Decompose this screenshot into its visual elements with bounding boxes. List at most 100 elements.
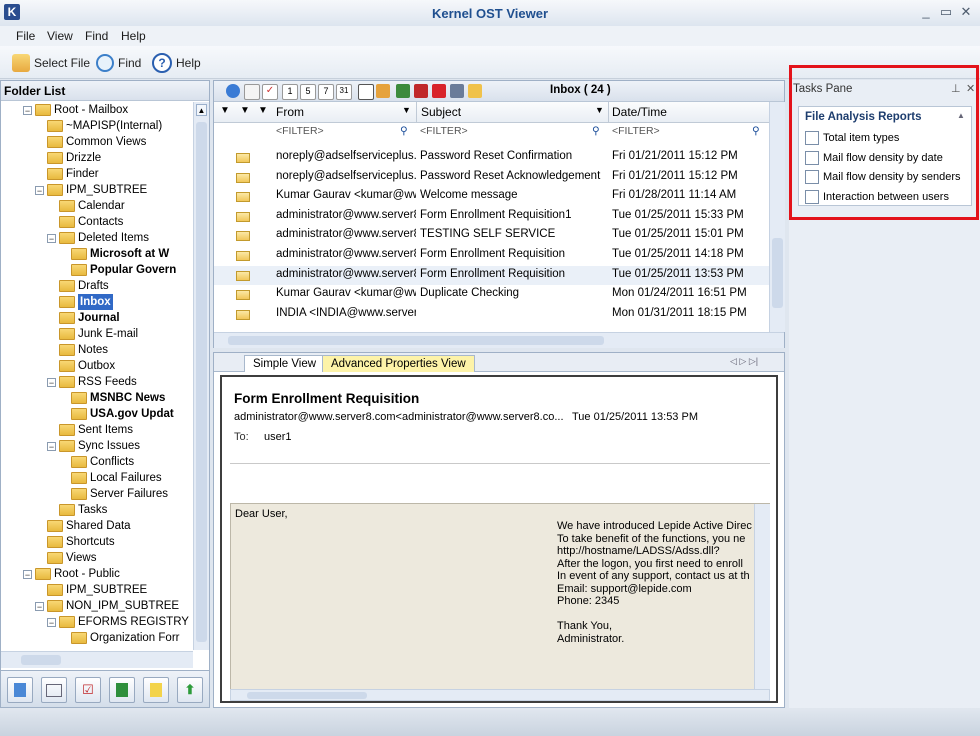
calendar-7-icon[interactable]: 7	[318, 84, 334, 100]
nav-contacts-button[interactable]	[41, 677, 67, 703]
folder-item[interactable]: Server Failures	[5, 486, 191, 502]
folder-item[interactable]: Shared Data	[5, 518, 191, 534]
nav-up-button[interactable]: ⬆	[177, 677, 203, 703]
column-date[interactable]: Date/Time	[612, 105, 667, 119]
save-eml-icon[interactable]	[376, 84, 390, 98]
expand-toggle-icon[interactable]: −	[23, 569, 32, 579]
folder-item[interactable]: USA.gov Updat	[5, 406, 191, 422]
folder-item[interactable]: Calendar	[5, 198, 191, 214]
folder-item[interactable]: − IPM_SUBTREE	[5, 182, 191, 198]
sort-importance-icon[interactable]: ▼	[220, 105, 230, 116]
expand-toggle-icon[interactable]: −	[35, 185, 44, 195]
folder-item[interactable]: Microsoft at W	[5, 246, 191, 262]
nav-notes-button[interactable]	[143, 677, 169, 703]
find-button[interactable]: Find	[96, 52, 141, 74]
folder-item[interactable]: Common Views	[5, 134, 191, 150]
folder-item[interactable]: Conflicts	[5, 454, 191, 470]
calendar-5-icon[interactable]: 5	[300, 84, 316, 100]
folder-horizontal-scrollbar[interactable]	[1, 651, 193, 668]
message-vertical-scrollbar[interactable]	[769, 102, 785, 332]
body-vertical-scrollbar[interactable]	[754, 504, 770, 690]
message-row[interactable]: administrator@www.server8.... Form Enroll…	[214, 246, 769, 266]
expand-toggle-icon[interactable]: −	[47, 233, 56, 243]
save-msg-icon[interactable]	[468, 84, 482, 98]
expand-toggle-icon[interactable]: −	[47, 441, 56, 451]
message-horizontal-scrollbar[interactable]	[214, 332, 784, 348]
help-button[interactable]: ? Help	[152, 52, 201, 74]
folder-item[interactable]: − Deleted Items	[5, 230, 191, 246]
from-filter-input[interactable]: <FILTER>	[276, 125, 324, 137]
check-icon[interactable]: ✓	[262, 84, 278, 100]
save-txt-icon[interactable]	[396, 84, 410, 98]
folder-item[interactable]: Contacts	[5, 214, 191, 230]
folder-item[interactable]: Sent Items	[5, 422, 191, 438]
message-row[interactable]: Kumar Gaurav <kumar@www.... Duplicate Che…	[214, 285, 769, 305]
scroll-up-arrow-icon[interactable]: ▲	[196, 104, 207, 116]
folder-item[interactable]: Local Failures	[5, 470, 191, 486]
tab-nav-arrows-icon[interactable]: ◁ ▷ ▷|	[730, 356, 758, 367]
sort-type-icon[interactable]: ▼	[258, 105, 268, 116]
refresh-icon[interactable]	[226, 84, 240, 98]
expand-toggle-icon[interactable]: −	[47, 377, 56, 387]
folder-item[interactable]: Inbox	[5, 294, 191, 310]
calendar-1-icon[interactable]: 1	[282, 84, 298, 100]
folder-vertical-scrollbar[interactable]: ▲	[193, 102, 209, 650]
folder-item[interactable]: Popular Govern	[5, 262, 191, 278]
folder-item[interactable]: MSNBC News	[5, 390, 191, 406]
tab-simple-view[interactable]: Simple View	[244, 355, 326, 372]
message-row[interactable]: administrator@www.server8.... Form Enroll…	[214, 207, 769, 227]
envelope-icon[interactable]	[358, 84, 374, 100]
tab-advanced-properties-view[interactable]: Advanced Properties View	[322, 355, 475, 372]
folder-item[interactable]: Organization Forr	[5, 630, 191, 646]
expand-toggle-icon[interactable]: −	[23, 105, 32, 115]
folder-item[interactable]: Notes	[5, 342, 191, 358]
nav-mail-button[interactable]	[7, 677, 33, 703]
expand-toggle-icon[interactable]: −	[47, 617, 56, 627]
body-hscroll-thumb[interactable]	[247, 692, 367, 699]
menu-help[interactable]: Help	[121, 29, 146, 43]
folder-item[interactable]: Outbox	[5, 358, 191, 374]
save-html-icon[interactable]	[414, 84, 428, 98]
folder-item[interactable]: Drizzle	[5, 150, 191, 166]
search-icon[interactable]: ⚲	[592, 125, 600, 137]
folder-item[interactable]: Views	[5, 550, 191, 566]
folder-item[interactable]: ~MAPISP(Internal)	[5, 118, 191, 134]
folder-item[interactable]: − RSS Feeds	[5, 374, 191, 390]
folder-item[interactable]: Drafts	[5, 278, 191, 294]
minimize-button[interactable]: _	[916, 4, 936, 20]
folder-item[interactable]: − NON_IPM_SUBTREE	[5, 598, 191, 614]
nav-tasks-button[interactable]: ☑	[75, 677, 101, 703]
message-scroll-thumb[interactable]	[772, 238, 783, 308]
close-button[interactable]: ✕	[956, 4, 976, 20]
save-pdf-icon[interactable]	[432, 84, 446, 98]
menu-view[interactable]: View	[47, 29, 73, 43]
folder-item[interactable]: Finder	[5, 166, 191, 182]
column-subject[interactable]: Subject	[421, 105, 461, 119]
calendar-31-icon[interactable]: 31	[336, 84, 352, 100]
folder-item[interactable]: − Root - Mailbox	[5, 102, 191, 118]
message-row[interactable]: noreply@adselfserviceplus.... Password Re…	[214, 168, 769, 188]
search-icon[interactable]: ⚲	[400, 125, 408, 137]
column-from[interactable]: From	[276, 105, 304, 119]
folder-item[interactable]: − Root - Public	[5, 566, 191, 582]
select-file-button[interactable]: Select File	[12, 52, 90, 74]
nav-journal-button[interactable]	[109, 677, 135, 703]
folder-item[interactable]: Shortcuts	[5, 534, 191, 550]
date-filter-input[interactable]: <FILTER>	[612, 125, 660, 137]
sort-attachment-icon[interactable]: ▼	[240, 105, 250, 116]
folder-item[interactable]: Tasks	[5, 502, 191, 518]
folder-item[interactable]: IPM_SUBTREE	[5, 582, 191, 598]
folder-item[interactable]: Journal	[5, 310, 191, 326]
folder-item[interactable]: − Sync Issues	[5, 438, 191, 454]
expand-toggle-icon[interactable]: −	[35, 601, 44, 611]
subject-dropdown-icon[interactable]: ▼	[595, 105, 604, 115]
hand-icon[interactable]	[244, 84, 260, 100]
subject-filter-input[interactable]: <FILTER>	[420, 125, 468, 137]
message-row[interactable]: administrator@www.server8.... Form Enroll…	[214, 265, 769, 286]
folder-item[interactable]: Junk E-mail	[5, 326, 191, 342]
message-row[interactable]: administrator@www.server8.... TESTING SEL…	[214, 226, 769, 246]
folder-item[interactable]: − EFORMS REGISTRY	[5, 614, 191, 630]
body-horizontal-scrollbar[interactable]	[230, 689, 770, 701]
message-row[interactable]: noreply@adselfserviceplus.... Password Re…	[214, 148, 769, 168]
from-dropdown-icon[interactable]: ▼	[402, 105, 411, 115]
